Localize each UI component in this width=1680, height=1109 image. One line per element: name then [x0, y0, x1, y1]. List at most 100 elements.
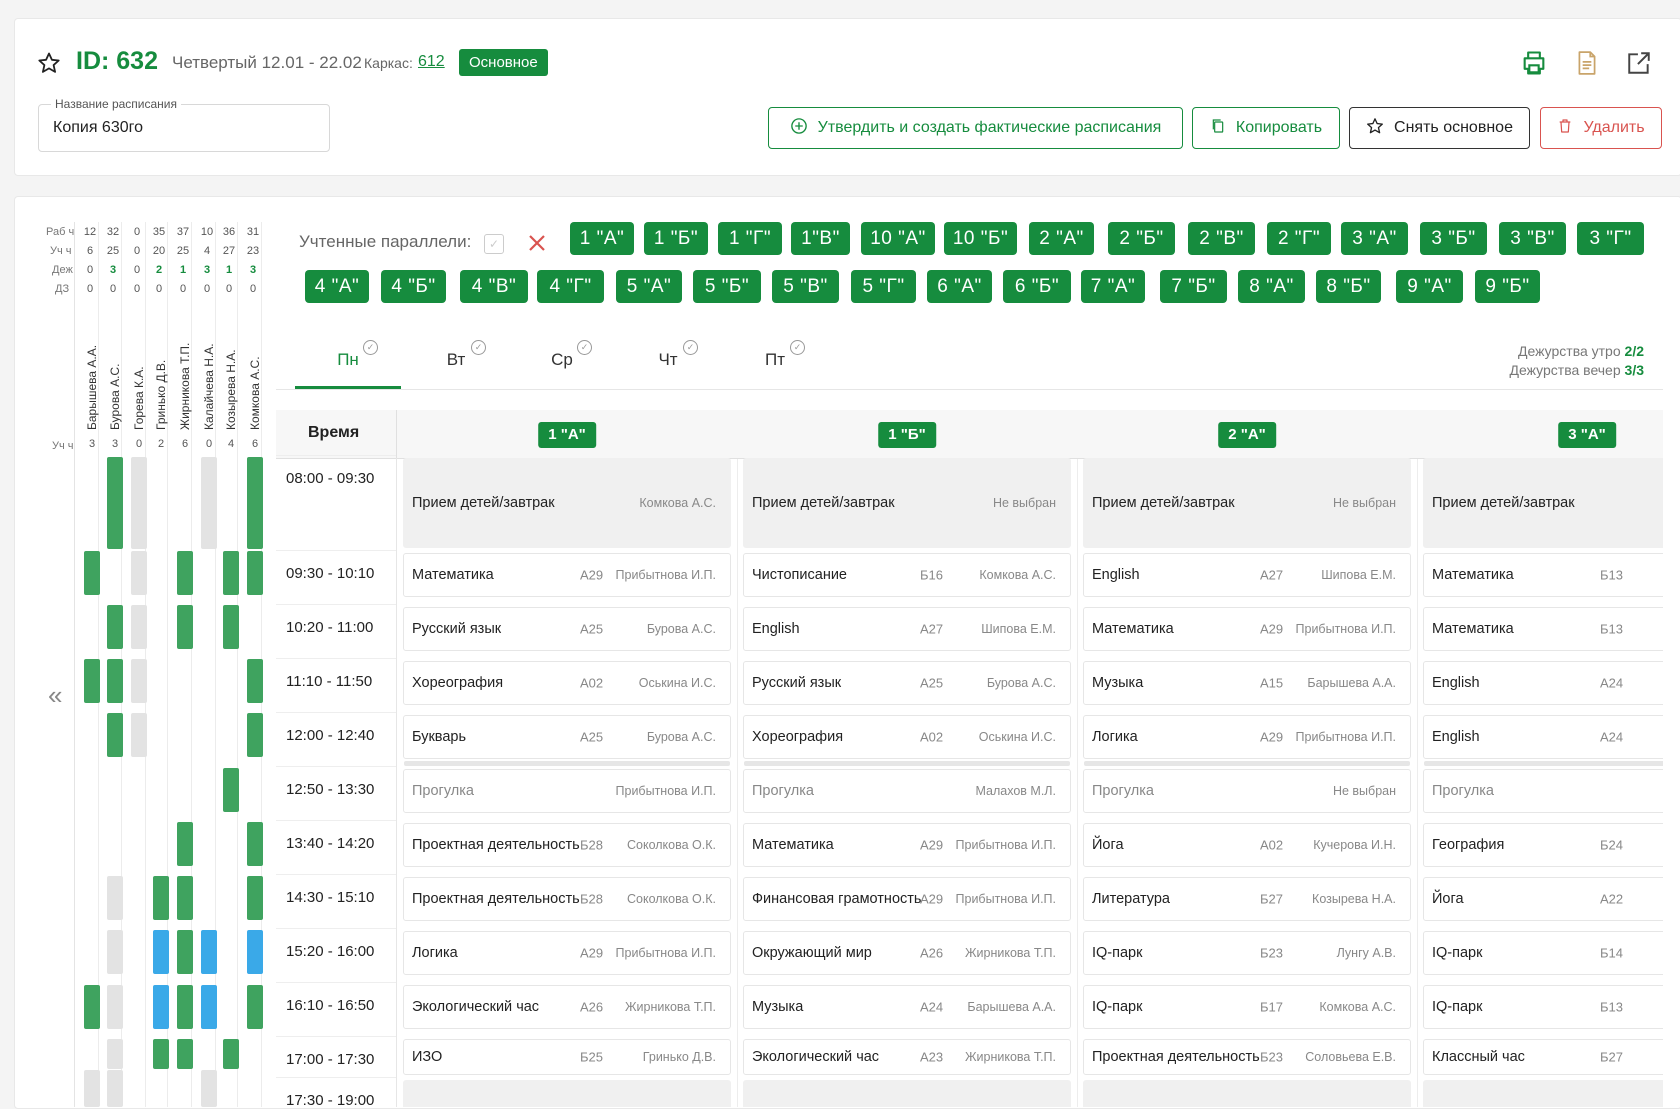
lesson-cell-empty[interactable]	[743, 1080, 1071, 1107]
lesson-cell[interactable]: Экологический час А23 Жирникова Т.П.	[743, 1039, 1071, 1075]
lesson-cell[interactable]: IQ-парк Б13	[1423, 985, 1663, 1029]
lesson-subject: Прогулка	[412, 783, 474, 799]
lesson-cell[interactable]: Прием детей/завтрак Комкова А.С.	[403, 458, 731, 548]
class-filter-pill[interactable]: 2 "Г"	[1267, 222, 1331, 255]
lesson-cell[interactable]: Логика А29 Прибытнова И.П.	[403, 931, 731, 975]
lesson-cell[interactable]: Хореография А02 Оськина И.С.	[403, 661, 731, 705]
lesson-cell[interactable]: Проектная деятельность Б28 Соколкова О.К.	[403, 823, 731, 867]
class-filter-pill[interactable]: 9 "Б"	[1475, 270, 1540, 303]
delete-button[interactable]: Удалить	[1540, 107, 1662, 149]
lesson-cell[interactable]: ЙогаА22К	[1423, 877, 1663, 921]
class-filter-pill[interactable]: 1 "Б"	[644, 222, 708, 255]
tab-day[interactable]: Вт ✓	[403, 318, 509, 388]
lesson-cell[interactable]: ИЗО Б25 Гринько Д.В.	[403, 1039, 731, 1075]
lesson-cell[interactable]: Прогулка Малахов М.Л.	[743, 769, 1071, 813]
lesson-cell[interactable]: МатематикаБ13Ш	[1423, 553, 1663, 597]
favorite-star-icon[interactable]	[36, 50, 62, 76]
class-filter-pill[interactable]: 10 "Б"	[944, 222, 1017, 255]
lesson-cell[interactable]: Проектная деятельность Б23 Соловьева Е.В.	[1083, 1039, 1411, 1075]
class-filter-pill[interactable]: 4 "Б"	[381, 270, 446, 303]
lesson-cell[interactable]: Классный часБ27К	[1423, 1039, 1663, 1075]
copy-button[interactable]: Копировать	[1192, 107, 1340, 149]
lesson-cell[interactable]: Окружающий мир А26 Жирникова Т.П.	[743, 931, 1071, 975]
class-filter-pill[interactable]: 7 "А"	[1081, 270, 1145, 303]
class-filter-pill[interactable]: 1 "Г"	[718, 222, 782, 255]
lesson-cell[interactable]: Прием детей/завтрак Не выбран	[1083, 458, 1411, 548]
class-filter-pill[interactable]: 7 "Б"	[1160, 270, 1227, 303]
parallels-checkbox[interactable]: ✓	[484, 234, 504, 254]
lesson-cell[interactable]: English А27 Шипова Е.М.	[743, 607, 1071, 651]
class-filter-pill[interactable]: 6 "Б"	[1003, 270, 1071, 303]
lesson-cell[interactable]: Математика А29 Прибытнова И.П.	[403, 553, 731, 597]
tab-day[interactable]: Пт ✓	[722, 318, 828, 388]
class-filter-pill[interactable]: 8 "А"	[1238, 270, 1305, 303]
class-filter-pill[interactable]: 2 "В"	[1188, 222, 1255, 255]
class-filter-pill[interactable]: 1 "А"	[570, 222, 634, 255]
lesson-subject: Математика	[1432, 621, 1514, 637]
clear-parallels-icon[interactable]	[526, 232, 548, 254]
class-filter-pill[interactable]: 10 "А"	[861, 222, 935, 255]
collapse-panel-button[interactable]: «	[48, 680, 62, 711]
lesson-cell-empty[interactable]	[1423, 1080, 1663, 1107]
lesson-cell-empty[interactable]	[403, 1080, 731, 1107]
lesson-cell[interactable]: Проектная деятельность Б28 Соколкова О.К.	[403, 877, 731, 921]
class-filter-pill[interactable]: 3 "Б"	[1420, 222, 1487, 255]
class-filter-pill[interactable]: 9 "А"	[1396, 270, 1463, 303]
class-filter-pill[interactable]: 4 "А"	[305, 270, 369, 303]
class-filter-pill[interactable]: 3 "В"	[1499, 222, 1566, 255]
class-filter-pill[interactable]: 6 "А"	[927, 270, 992, 303]
lesson-room: А23	[920, 1049, 944, 1065]
lesson-room: А29	[580, 567, 604, 583]
lesson-cell[interactable]: Литература Б27 Козырева Н.А.	[1083, 877, 1411, 921]
class-filter-pill[interactable]: 2 "Б"	[1108, 222, 1175, 255]
lesson-cell[interactable]: Прогулка Прибытнова И.П.	[403, 769, 731, 813]
lesson-cell[interactable]: Прогулка Не выбран	[1083, 769, 1411, 813]
class-filter-pill[interactable]: 2 "А"	[1029, 222, 1094, 255]
document-icon[interactable]	[1572, 48, 1602, 78]
lesson-cell[interactable]: Логика А29 Прибытнова И.П.	[1083, 715, 1411, 766]
lesson-cell[interactable]: Русский язык А25 Бурова А.С.	[743, 661, 1071, 705]
print-icon[interactable]	[1519, 48, 1549, 78]
lesson-cell[interactable]: IQ-парк Б17 Комкова А.С.	[1083, 985, 1411, 1029]
class-filter-pill[interactable]: 4 "Г"	[537, 270, 604, 303]
lesson-cell[interactable]: Букварь А25 Бурова А.С.	[403, 715, 731, 766]
class-filter-pill[interactable]: 3 "Г"	[1577, 222, 1644, 255]
open-external-icon[interactable]	[1624, 48, 1654, 78]
lesson-cell[interactable]: English А27 Шипова Е.М.	[1083, 553, 1411, 597]
frame-link[interactable]: 612	[418, 53, 445, 71]
lesson-cell-empty[interactable]	[1083, 1080, 1411, 1107]
class-filter-pill[interactable]: 3 "А"	[1341, 222, 1408, 255]
schedule-name-field[interactable]: Название расписания Копия 630го	[38, 97, 330, 152]
class-filter-pill[interactable]: 5 "Г"	[851, 270, 916, 303]
lesson-cell[interactable]: Прием детей/завтрак Не выбран	[743, 458, 1071, 548]
lesson-cell[interactable]: Экологический час А26 Жирникова Т.П.	[403, 985, 731, 1029]
class-filter-pill[interactable]: 5 "А"	[616, 270, 682, 303]
lesson-cell[interactable]: IQ-парк Б14	[1423, 931, 1663, 975]
approve-create-button[interactable]: Утвердить и создать фактические расписан…	[768, 107, 1183, 149]
unset-main-button[interactable]: Снять основное	[1349, 107, 1530, 149]
lesson-cell[interactable]: МатематикаБ13Ш	[1423, 607, 1663, 651]
class-filter-pill[interactable]: 4 "В"	[460, 270, 528, 303]
lesson-cell[interactable]: Хореография А02 Оськина И.С.	[743, 715, 1071, 766]
lesson-cell[interactable]: IQ-парк Б23 Лунгу А.В.	[1083, 931, 1411, 975]
lesson-cell[interactable]: EnglishА24С	[1423, 715, 1663, 766]
class-filter-pill[interactable]: 1"В"	[791, 222, 850, 255]
lesson-cell[interactable]: Чистописание Б16 Комкова А.С.	[743, 553, 1071, 597]
tab-day[interactable]: Чт ✓	[615, 318, 721, 388]
class-filter-pill[interactable]: 5 "Б"	[693, 270, 761, 303]
lesson-cell[interactable]: Музыка А24 Барышева А.А.	[743, 985, 1071, 1029]
lesson-cell[interactable]: Йога А02 Кучерова И.Н.	[1083, 823, 1411, 867]
lesson-cell[interactable]: Русский язык А25 Бурова А.С.	[403, 607, 731, 651]
tab-day[interactable]: Пн ✓	[295, 318, 401, 388]
lesson-cell[interactable]: EnglishА24С	[1423, 661, 1663, 705]
lesson-cell[interactable]: Музыка А15 Барышева А.А.	[1083, 661, 1411, 705]
lesson-cell[interactable]: География Б24	[1423, 823, 1663, 867]
lesson-cell[interactable]: Математика А29 Прибытнова И.П.	[743, 823, 1071, 867]
class-filter-pill[interactable]: 8 "Б"	[1316, 270, 1381, 303]
lesson-cell[interactable]: Математика А29 Прибытнова И.П.	[1083, 607, 1411, 651]
lesson-cell[interactable]: Финансовая грамотность А29 Прибытнова И.П.	[743, 877, 1071, 921]
class-filter-pill[interactable]: 5 "В"	[772, 270, 839, 303]
lesson-cell[interactable]: Прием детей/завтрак	[1423, 458, 1663, 548]
lesson-cell[interactable]: Прогулка	[1423, 769, 1663, 813]
tab-day[interactable]: Ср ✓	[509, 318, 615, 388]
